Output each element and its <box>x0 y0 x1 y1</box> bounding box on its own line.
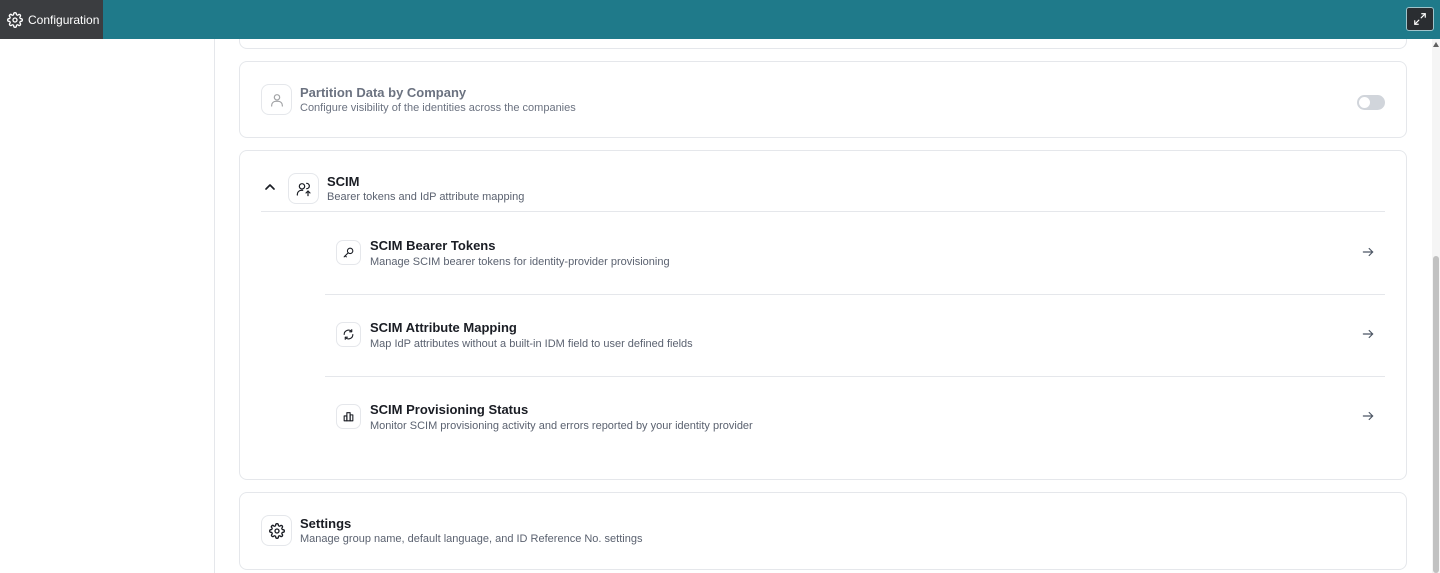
scroll-up-icon[interactable] <box>1433 42 1439 47</box>
configuration-tab[interactable]: Configuration <box>0 0 103 39</box>
gear-icon <box>7 11 23 28</box>
sync-icon <box>343 329 354 340</box>
expand-icon <box>1414 13 1426 25</box>
provisioning-status-title: SCIM Provisioning Status <box>370 402 529 417</box>
chevron-up-icon[interactable] <box>262 179 278 195</box>
attribute-mapping-icon-box <box>336 322 361 347</box>
scim-provisioning-status-row[interactable]: SCIM Provisioning Status Monitor SCIM pr… <box>325 376 1385 458</box>
scim-subtitle: Bearer tokens and IdP attribute mapping <box>327 191 525 203</box>
gear-icon <box>268 522 285 539</box>
partition-card: Partition Data by Company Configure visi… <box>239 61 1407 138</box>
settings-subtitle: Manage group name, default language, and… <box>300 533 643 545</box>
configuration-tab-label: Configuration <box>28 12 100 27</box>
partition-subtitle: Configure visibility of the identities a… <box>300 102 576 114</box>
bearer-tokens-icon-box <box>336 240 361 265</box>
partition-title: Partition Data by Company <box>300 85 467 100</box>
scim-title: SCIM <box>327 174 360 189</box>
partition-toggle[interactable] <box>1357 95 1385 110</box>
scim-bearer-tokens-row[interactable]: SCIM Bearer Tokens Manage SCIM bearer to… <box>325 212 1385 294</box>
settings-card[interactable]: Settings Manage group name, default lang… <box>239 492 1407 570</box>
bearer-tokens-subtitle: Manage SCIM bearer tokens for identity-p… <box>370 256 670 268</box>
expand-button[interactable] <box>1406 7 1434 31</box>
main-content: Partition Data by Company Configure visi… <box>215 39 1432 573</box>
previous-card <box>239 39 1407 49</box>
users-sync-icon <box>296 182 311 196</box>
scim-card: SCIM Bearer tokens and IdP attribute map… <box>239 150 1407 480</box>
settings-title: Settings <box>300 516 352 531</box>
bar-chart-icon <box>343 412 354 422</box>
arrow-right-icon <box>1362 329 1374 339</box>
attribute-mapping-title: SCIM Attribute Mapping <box>370 320 517 335</box>
attribute-mapping-subtitle: Map IdP attributes without a built-in ID… <box>370 338 693 350</box>
scrollbar-thumb[interactable] <box>1433 256 1439 573</box>
arrow-right-icon <box>1362 247 1374 257</box>
settings-icon-box <box>261 515 292 546</box>
provisioning-status-icon-box <box>336 404 361 429</box>
key-icon <box>343 247 354 258</box>
user-icon <box>270 93 283 107</box>
arrow-right-icon <box>1362 411 1374 421</box>
provisioning-status-subtitle: Monitor SCIM provisioning activity and e… <box>370 420 753 432</box>
top-bar: Configuration <box>0 0 1440 39</box>
bearer-tokens-title: SCIM Bearer Tokens <box>370 238 496 253</box>
scim-attribute-mapping-row[interactable]: SCIM Attribute Mapping Map IdP attribute… <box>325 294 1385 376</box>
partition-icon-box <box>261 84 292 115</box>
sidebar <box>0 39 215 573</box>
scim-icon-box <box>288 173 319 204</box>
